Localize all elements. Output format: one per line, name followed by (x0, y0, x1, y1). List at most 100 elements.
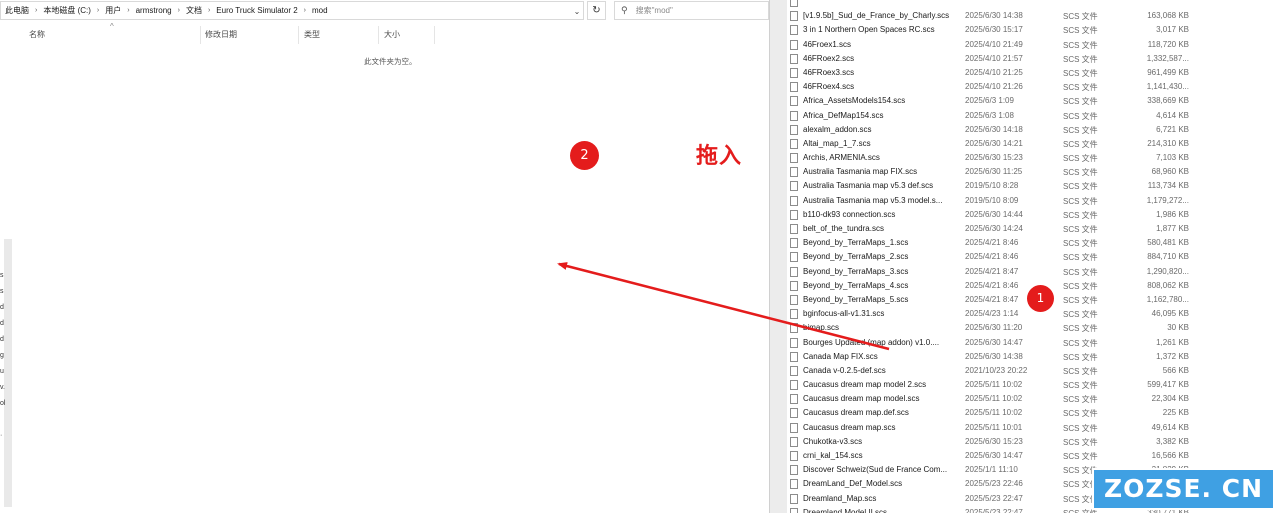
file-size: 163,068 KB (1147, 11, 1189, 21)
column-header-type[interactable]: 类型 (304, 29, 320, 40)
nav-item-fragment[interactable]: d (0, 304, 4, 311)
file-row[interactable]: alexalm_addon.scs 2025/6/30 14:18 SCS 文件 6,… (787, 123, 1280, 137)
search-input[interactable]: ⚲ 搜索"mod" (614, 1, 769, 20)
file-type: SCS 文件 (1063, 168, 1098, 178)
column-header-name[interactable]: 名称 (29, 29, 45, 40)
file-icon (790, 82, 798, 93)
file-modified-date: 2025/6/3 1:08 (965, 110, 1014, 120)
nav-item-fragment[interactable]: d (0, 320, 4, 327)
file-row[interactable]: 46Froex1.scs 2025/4/10 21:49 SCS 文件 118,720… (787, 38, 1280, 52)
file-name: DreamLand_Def_Model.scs (803, 479, 903, 489)
file-row[interactable]: belt_of_the_tundra.scs 2025/6/30 14:24 SCS… (787, 222, 1280, 236)
column-divider[interactable] (200, 26, 201, 44)
file-type: SCS 文件 (1063, 423, 1098, 433)
file-row[interactable]: Chukotka-v3.scs 2025/6/30 15:23 SCS 文件 3,38… (787, 435, 1280, 449)
file-row[interactable]: Archis, ARMENIA.scs 2025/6/30 15:23 SCS 文件… (787, 151, 1280, 165)
file-row[interactable]: Beyond_by_TerraMaps_1.scs 2025/4/21 8:46 S… (787, 236, 1280, 250)
file-name: alexalm_addon.scs (803, 124, 872, 134)
file-name: Caucasus dream map.scs (803, 422, 896, 432)
breadcrumb-mod-folder[interactable]: mod (308, 6, 332, 15)
file-size: 46,095 KB (1151, 309, 1189, 319)
file-row[interactable]: Africa_AssetsModels154.scs 2025/6/3 1:09 S… (787, 94, 1280, 108)
file-name: Beyond_by_TerraMaps_5.scs (803, 294, 909, 304)
file-row[interactable]: Africa_DefMap154.scs 2025/6/3 1:08 SCS 文件 4… (787, 109, 1280, 123)
chevron-down-icon[interactable]: ⌄ (570, 2, 583, 19)
file-row[interactable]: Australia Tasmania map v5.3 def.scs 2019/… (787, 179, 1280, 193)
column-header-modified[interactable]: 修改日期 (205, 29, 237, 40)
column-divider[interactable] (434, 26, 435, 44)
column-divider[interactable] (298, 26, 299, 44)
nav-item-fragment[interactable]: v. (0, 384, 5, 391)
file-name: Dreamland_Map.scs (803, 493, 877, 503)
file-row[interactable]: Beyond_by_TerraMaps_2.scs 2025/4/21 8:46 S… (787, 250, 1280, 264)
file-row[interactable]: Australia Tasmania map FIX.scs 2025/6/30 … (787, 165, 1280, 179)
file-row[interactable]: 46FRoex2.scs 2025/4/10 21:57 SCS 文件 1,332,5… (787, 52, 1280, 66)
file-row[interactable]: Bourges Updated (map addon) v1.0.... 2025… (787, 336, 1280, 350)
file-row[interactable] (787, 0, 1280, 9)
file-modified-date: 2025/4/21 8:46 (965, 280, 1019, 290)
nav-item-fragment[interactable]: s (0, 288, 4, 295)
file-type: SCS 文件 (1063, 68, 1098, 78)
step-2-badge: 2 (570, 141, 599, 170)
breadcrumb-documents[interactable]: 文档 (182, 5, 206, 16)
file-row[interactable]: Caucasus dream map.scs 2025/5/11 10:01 SCS… (787, 421, 1280, 435)
file-modified-date: 2025/4/23 1:14 (965, 309, 1019, 319)
file-name: b110-dk93 connection.scs (803, 209, 896, 219)
nav-item-fragment[interactable]: g (0, 352, 4, 359)
file-row[interactable]: Beyond_by_TerraMaps_3.scs 2025/4/21 8:47 S… (787, 265, 1280, 279)
file-name: Bourges Updated (map addon) v1.0.... (803, 337, 940, 347)
step-1-badge: 1 (1027, 285, 1054, 312)
file-icon (790, 422, 798, 433)
drag-in-label: 拖入 (696, 144, 743, 169)
file-modified-date: 2025/4/10 21:25 (965, 67, 1023, 77)
file-row[interactable]: Caucasus dream map.def.scs 2025/5/11 10:0… (787, 406, 1280, 420)
file-type: SCS 文件 (1063, 111, 1098, 121)
file-row[interactable]: Caucasus dream map model.scs 2025/5/11 10… (787, 392, 1280, 406)
file-row[interactable]: Altai_map_1_7.scs 2025/6/30 14:21 SCS 文件 21… (787, 137, 1280, 151)
file-icon (790, 465, 798, 476)
refresh-button[interactable]: ↻ (587, 1, 606, 20)
breadcrumb-user[interactable]: armstrong (132, 6, 176, 15)
nav-item-fragment[interactable]: u (0, 368, 4, 375)
file-type: SCS 文件 (1063, 338, 1098, 348)
file-modified-date: 2025/4/21 8:46 (965, 252, 1019, 262)
file-row[interactable]: Canada v-0.2.5-def.scs 2021/10/23 20:22 SC… (787, 364, 1280, 378)
file-name: belt_of_the_tundra.scs (803, 224, 884, 233)
file-row[interactable]: 46FRoex3.scs 2025/4/10 21:25 SCS 文件 961,499… (787, 66, 1280, 80)
file-row[interactable]: Canada Map FIX.scs 2025/6/30 14:38 SCS 文件 1… (787, 350, 1280, 364)
address-row: 此电脑 › 本地磁盘 (C:) › 用户 › armstrong › 文档 › … (0, 0, 769, 22)
nav-item-fragment[interactable]: ol (0, 400, 5, 407)
file-row[interactable]: crni_kal_154.scs 2025/6/30 14:47 SCS 文件 16,… (787, 449, 1280, 463)
nav-item-fragment[interactable]: · (0, 432, 2, 439)
file-modified-date: 2025/6/30 11:20 (965, 323, 1023, 333)
file-row[interactable]: Caucasus dream map model 2.scs 2025/5/11 … (787, 378, 1280, 392)
file-icon (790, 266, 798, 277)
nav-item-fragment[interactable]: d (0, 336, 4, 343)
file-row[interactable]: b110-dk93 connection.scs 2025/6/30 14:44 S… (787, 208, 1280, 222)
file-icon (790, 0, 798, 7)
file-name: Australia Tasmania map v5.3 def.scs (803, 181, 934, 191)
file-row[interactable]: Australia Tasmania map v5.3 model.s... 20… (787, 194, 1280, 208)
file-row[interactable]: 3 in 1 Northern Open Spaces RC.scs 2025/6… (787, 23, 1280, 37)
breadcrumb-local-disk[interactable]: 本地磁盘 (C:) (39, 5, 95, 16)
navigation-scrollbar[interactable] (4, 239, 12, 507)
breadcrumb-this-pc[interactable]: 此电脑 (1, 5, 33, 16)
column-header-size[interactable]: 大小 (384, 29, 400, 40)
file-row[interactable]: bimap.scs 2025/6/30 11:20 SCS 文件 30 KB (787, 321, 1280, 335)
address-bar[interactable]: 此电脑 › 本地磁盘 (C:) › 用户 › armstrong › 文档 › … (0, 1, 584, 20)
breadcrumb-game-folder[interactable]: Euro Truck Simulator 2 (212, 6, 301, 15)
file-modified-date: 2019/5/10 8:09 (965, 195, 1019, 205)
file-row[interactable]: [v1.9.5b]_Sud_de_France_by_Charly.scs 202… (787, 9, 1280, 23)
file-type: SCS 文件 (1063, 239, 1098, 249)
file-icon (790, 138, 798, 149)
file-row[interactable]: 46FRoex4.scs 2025/4/10 21:26 SCS 文件 1,141,4… (787, 80, 1280, 94)
column-divider[interactable] (378, 26, 379, 44)
file-name: Africa_AssetsModels154.scs (803, 96, 906, 106)
nav-item-fragment[interactable]: s (0, 272, 4, 279)
breadcrumb-users[interactable]: 用户 (101, 5, 125, 16)
file-type: SCS 文件 (1063, 281, 1098, 291)
file-size: 961,499 KB (1147, 67, 1189, 77)
file-modified-date: 2025/5/11 10:02 (965, 380, 1023, 390)
file-name: [v1.9.5b]_Sud_de_France_by_Charly.scs (803, 11, 950, 21)
file-name: Caucasus dream map.def.scs (803, 408, 909, 418)
